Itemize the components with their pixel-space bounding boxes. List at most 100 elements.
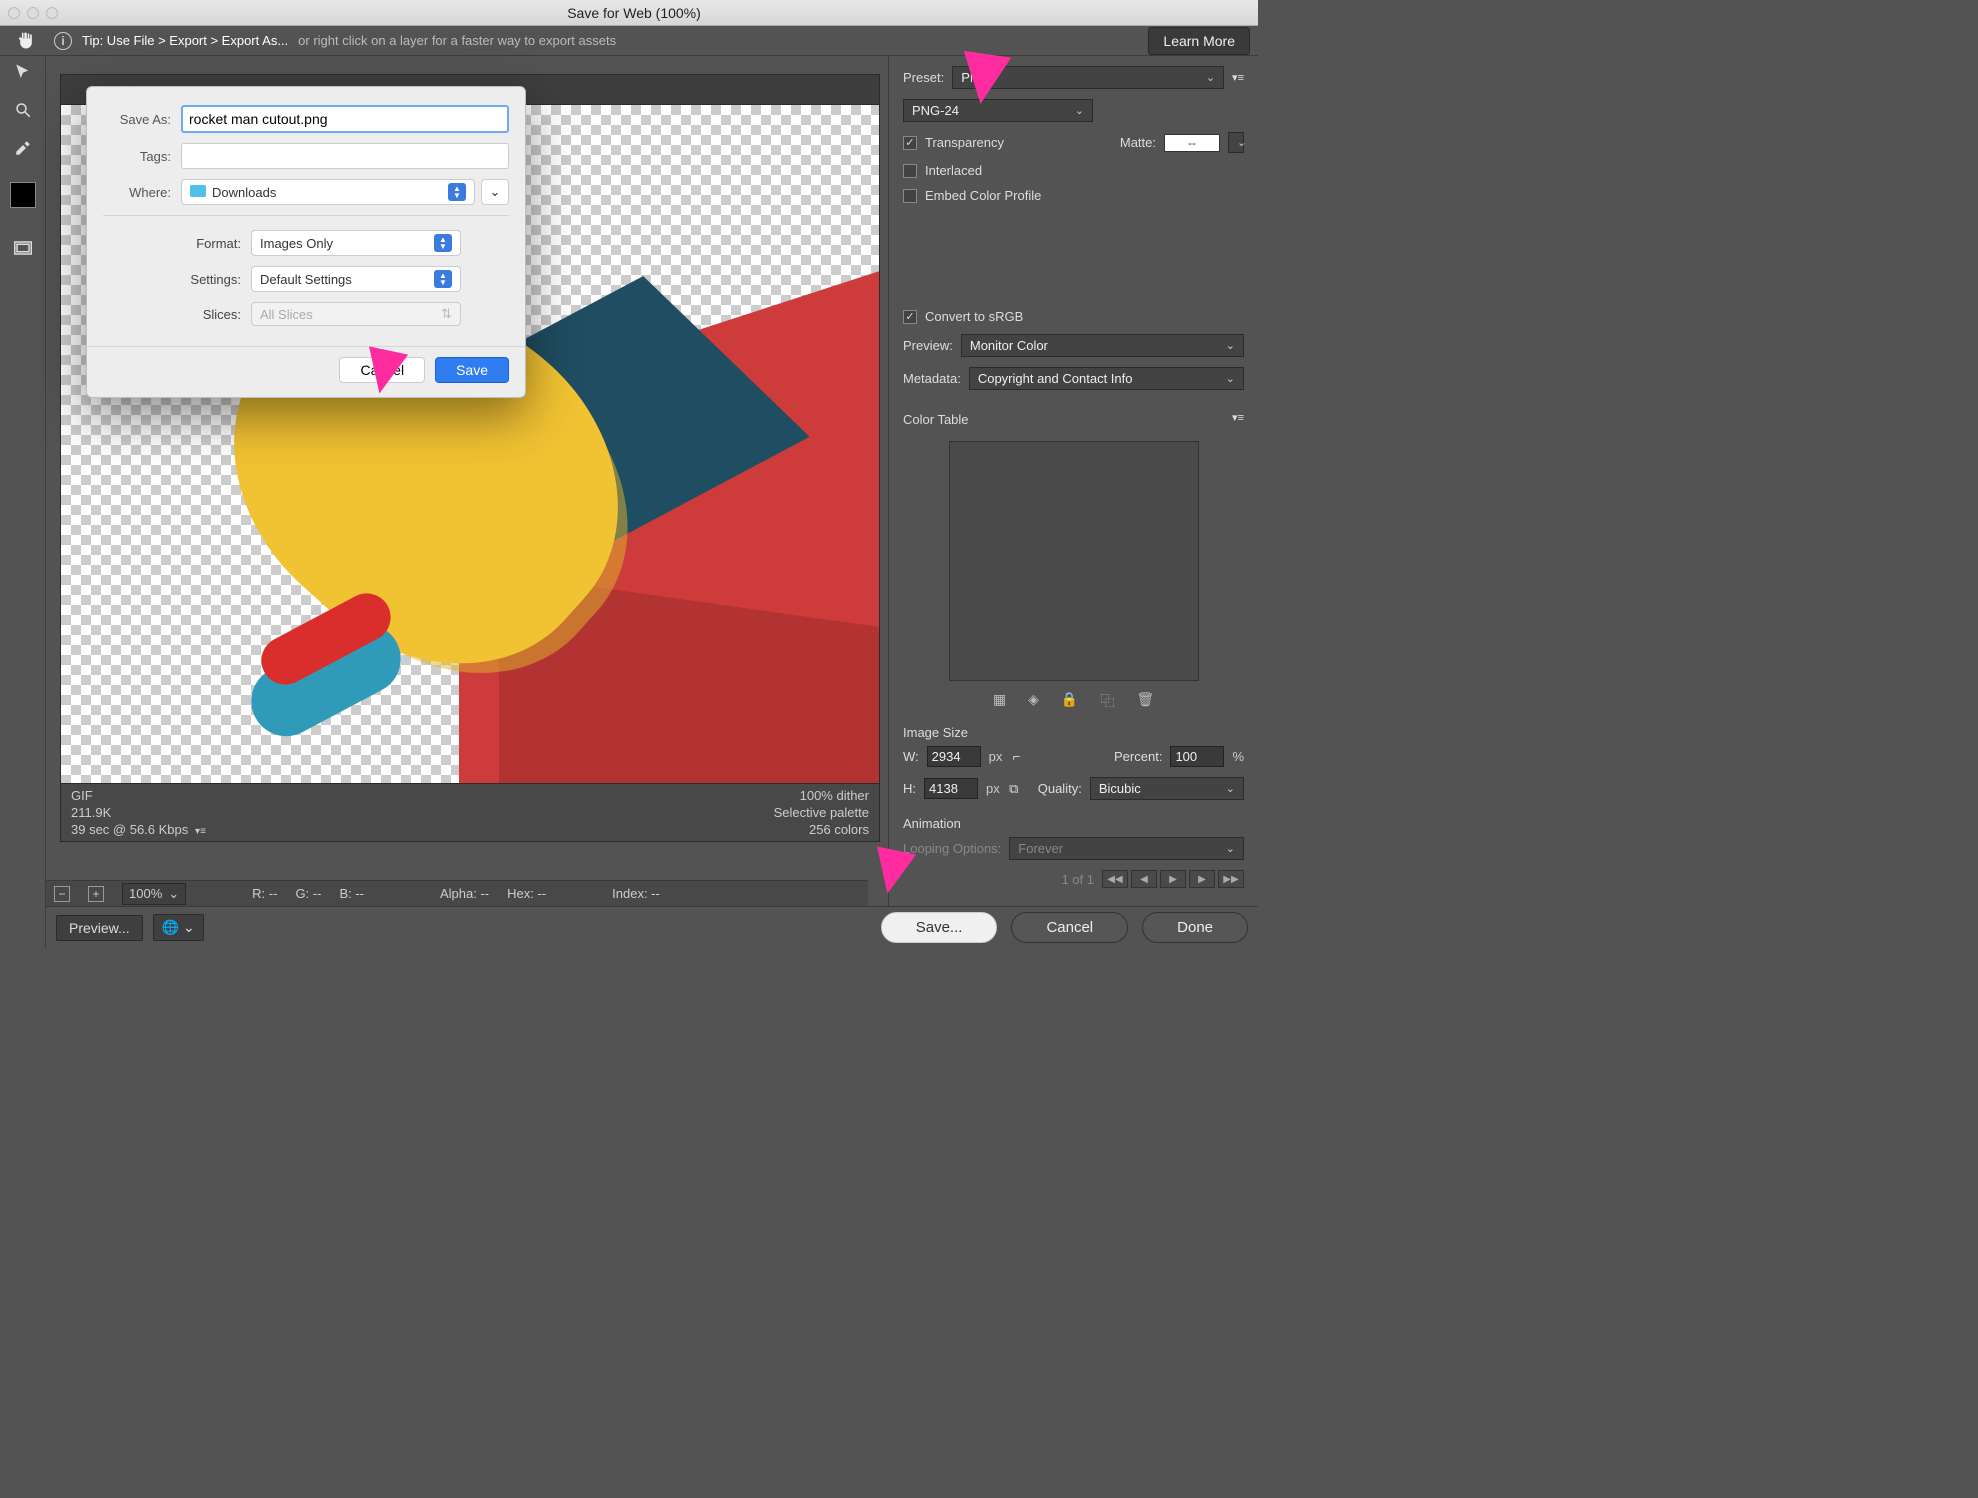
zoom-out-button[interactable]: − bbox=[54, 886, 70, 902]
zoom-tool-icon[interactable] bbox=[9, 98, 37, 122]
status-g: G: -- bbox=[295, 886, 321, 901]
save-dialog: Save As: Tags: Where: Downloads ▲▼ ⌄ For… bbox=[86, 86, 526, 398]
color-swatch[interactable] bbox=[10, 182, 36, 208]
color-table[interactable] bbox=[949, 441, 1199, 681]
percent-input[interactable] bbox=[1170, 746, 1224, 767]
footer-palette: Selective palette bbox=[774, 805, 869, 820]
height-input[interactable] bbox=[924, 778, 978, 799]
matte-dropdown-toggle[interactable] bbox=[1228, 132, 1244, 153]
status-hex: Hex: -- bbox=[507, 886, 546, 901]
width-label: W: bbox=[903, 749, 919, 764]
panel-menu-icon[interactable]: ▾≡ bbox=[1232, 71, 1244, 84]
pointer-tool-icon[interactable] bbox=[9, 60, 37, 84]
embed-profile-label: Embed Color Profile bbox=[925, 188, 1041, 203]
bottom-bar: Preview... 🌐 ⌄ Save... Cancel Done bbox=[46, 906, 1258, 948]
percent-label: Percent: bbox=[1114, 749, 1162, 764]
status-r: R: -- bbox=[252, 886, 277, 901]
color-table-label: Color Table bbox=[903, 412, 969, 427]
cancel-button[interactable]: Cancel bbox=[1011, 912, 1128, 943]
preview-dropdown[interactable]: Monitor Color bbox=[961, 334, 1244, 357]
browser-preview-button[interactable]: 🌐 ⌄ bbox=[153, 914, 204, 941]
ct-new-icon[interactable]: ⿻ bbox=[1100, 691, 1114, 711]
width-input[interactable] bbox=[927, 746, 981, 767]
embed-profile-checkbox[interactable] bbox=[903, 189, 917, 203]
eyedropper-tool-icon[interactable] bbox=[9, 136, 37, 160]
last-frame-button: ▶▶ bbox=[1218, 870, 1244, 888]
status-alpha: Alpha: -- bbox=[440, 886, 489, 901]
layout-toggle-icon[interactable] bbox=[9, 236, 37, 260]
zoom-dropdown[interactable]: 100%⌄ bbox=[122, 883, 186, 905]
transparency-checkbox[interactable] bbox=[903, 136, 917, 150]
save-button[interactable]: Save... bbox=[881, 912, 998, 943]
sd-settings-dropdown[interactable]: Default Settings▲▼ bbox=[251, 266, 461, 292]
footer-format: GIF bbox=[71, 788, 93, 803]
height-unit: px bbox=[986, 781, 1000, 796]
quality-dropdown[interactable]: Bicubic bbox=[1090, 777, 1244, 800]
percent-unit: % bbox=[1232, 749, 1244, 764]
metadata-label: Metadata: bbox=[903, 371, 961, 386]
where-dropdown[interactable]: Downloads ▲▼ bbox=[181, 179, 475, 205]
frame-counter: 1 of 1 bbox=[1061, 872, 1094, 887]
sd-settings-label: Settings: bbox=[103, 272, 251, 287]
settings-panel: Preset: PNG ▾≡ PNG-24 Transparency Matte… bbox=[888, 56, 1258, 948]
ct-icon-cube[interactable]: ◈ bbox=[1028, 691, 1039, 711]
saveas-label: Save As: bbox=[103, 112, 181, 127]
height-label: H: bbox=[903, 781, 916, 796]
folder-icon bbox=[190, 185, 206, 197]
preset-label: Preset: bbox=[903, 70, 944, 85]
flyout-icon[interactable]: ▾≡ bbox=[192, 826, 206, 837]
preview-label: Preview: bbox=[903, 338, 953, 353]
transparency-label: Transparency bbox=[925, 135, 1004, 150]
metadata-dropdown[interactable]: Copyright and Contact Info bbox=[969, 367, 1244, 390]
quality-label: Quality: bbox=[1038, 781, 1082, 796]
play-button: ▶ bbox=[1160, 870, 1186, 888]
dialog-save-button[interactable]: Save bbox=[435, 357, 509, 383]
learn-more-button[interactable]: Learn More bbox=[1148, 27, 1250, 55]
link-dimensions-icon[interactable]: ⧉ bbox=[1008, 781, 1020, 797]
canvas-footer: GIF 100% dither 211.9K Selective palette… bbox=[60, 784, 880, 842]
ct-icon-1[interactable]: ▦ bbox=[993, 691, 1006, 711]
matte-swatch[interactable]: -- bbox=[1164, 134, 1220, 152]
ct-trash-icon[interactable]: 🗑 bbox=[1136, 691, 1154, 711]
filename-input[interactable] bbox=[181, 105, 509, 133]
convert-srgb-checkbox[interactable] bbox=[903, 310, 917, 324]
convert-srgb-label: Convert to sRGB bbox=[925, 309, 1023, 324]
footer-time: 39 sec @ 56.6 Kbps bbox=[71, 822, 188, 837]
width-unit: px bbox=[989, 749, 1003, 764]
tool-strip bbox=[0, 56, 46, 948]
interlaced-checkbox[interactable] bbox=[903, 164, 917, 178]
preview-button[interactable]: Preview... bbox=[56, 915, 143, 941]
sd-slices-label: Slices: bbox=[103, 307, 251, 322]
footer-size: 211.9K bbox=[71, 805, 111, 820]
image-size-label: Image Size bbox=[903, 725, 1244, 740]
done-button[interactable]: Done bbox=[1142, 912, 1248, 943]
link-top-icon: ⌐ bbox=[1010, 749, 1022, 764]
hand-tool-icon[interactable] bbox=[8, 31, 44, 51]
looping-dropdown: Forever bbox=[1009, 837, 1244, 860]
title-bar: Save for Web (100%) bbox=[0, 0, 1258, 26]
first-frame-button: ◀◀ bbox=[1102, 870, 1128, 888]
zoom-in-button[interactable]: + bbox=[88, 886, 104, 902]
next-frame-button: ▶ bbox=[1189, 870, 1215, 888]
animation-controls: ◀◀ ◀ ▶ ▶ ▶▶ bbox=[1102, 870, 1244, 888]
looping-label: Looping Options: bbox=[903, 841, 1001, 856]
matte-label: Matte: bbox=[1120, 135, 1156, 150]
tip-bar: i Tip: Use File > Export > Export As... … bbox=[0, 26, 1258, 56]
info-icon: i bbox=[54, 32, 72, 50]
status-b: B: -- bbox=[339, 886, 364, 901]
interlaced-label: Interlaced bbox=[925, 163, 982, 178]
tags-label: Tags: bbox=[103, 149, 181, 164]
ct-lock-icon[interactable]: 🔒 bbox=[1061, 691, 1078, 711]
sd-format-dropdown[interactable]: Images Only▲▼ bbox=[251, 230, 461, 256]
annotation-arrow-icon bbox=[957, 51, 1011, 107]
status-bar: − + 100%⌄ R: -- G: -- B: -- Alpha: -- He… bbox=[46, 880, 868, 906]
sd-slices-dropdown: All Slices⇅ bbox=[251, 302, 461, 326]
color-table-toolbar: ▦ ◈ 🔒 ⿻ 🗑 bbox=[903, 691, 1244, 711]
tags-input[interactable] bbox=[181, 143, 509, 169]
color-table-menu-icon[interactable]: ▾≡ bbox=[1232, 411, 1244, 424]
sd-format-label: Format: bbox=[103, 236, 251, 251]
expand-dialog-button[interactable]: ⌄ bbox=[481, 179, 509, 205]
status-index: Index: -- bbox=[612, 886, 660, 901]
animation-label: Animation bbox=[903, 816, 1244, 831]
window-title: Save for Web (100%) bbox=[18, 5, 1250, 21]
